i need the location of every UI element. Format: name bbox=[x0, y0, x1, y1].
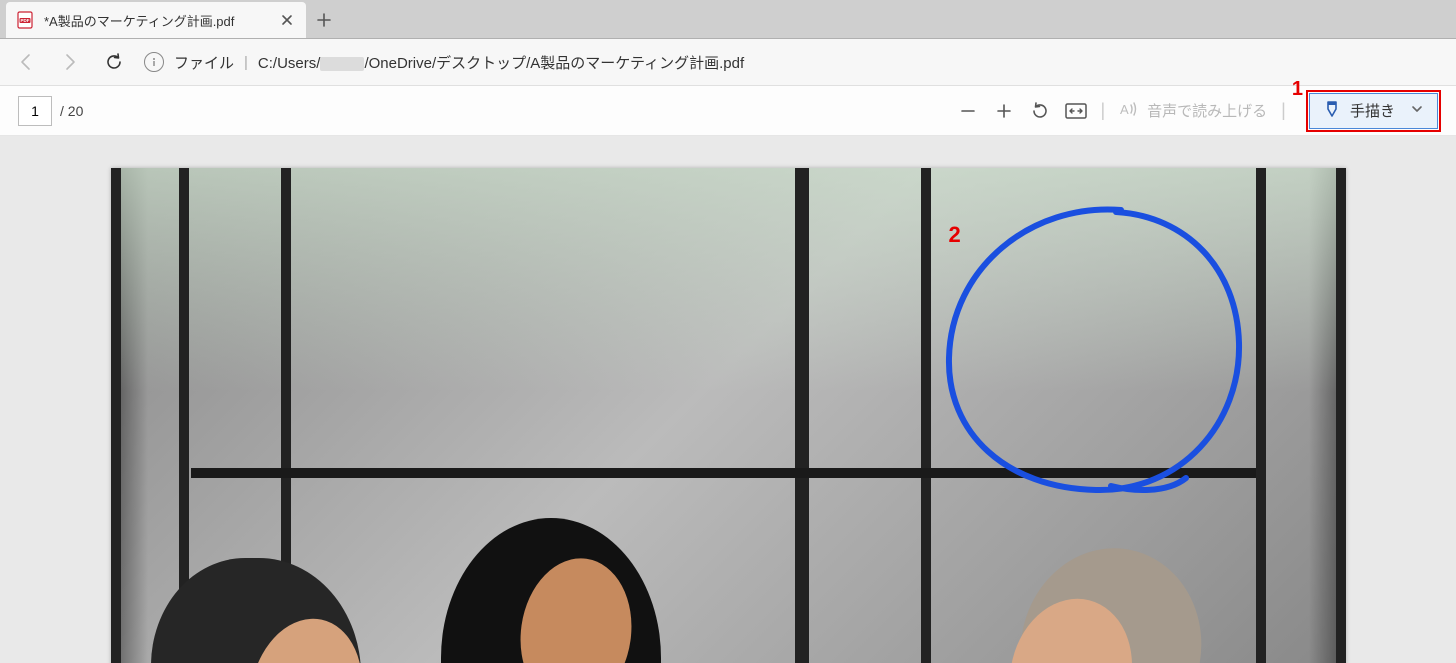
page-total-label: / 20 bbox=[60, 103, 83, 119]
zoom-in-button[interactable] bbox=[986, 93, 1022, 129]
new-tab-button[interactable] bbox=[306, 2, 342, 38]
toolbar-separator-2: | bbox=[1281, 100, 1286, 121]
pdf-toolbar: / 20 | A 音声で読み上げる | 1 手描き bbox=[0, 86, 1456, 136]
tab-title: *A製品のマーケティング計画.pdf bbox=[44, 11, 268, 30]
pdf-page: 2 bbox=[111, 168, 1346, 663]
toolbar-separator: | bbox=[1100, 100, 1105, 121]
read-aloud-label: 音声で読み上げる bbox=[1147, 100, 1267, 121]
fit-page-button[interactable] bbox=[1058, 93, 1094, 129]
image-background-line bbox=[111, 168, 121, 663]
read-aloud-button[interactable]: A 音声で読み上げる bbox=[1119, 100, 1267, 122]
svg-text:A: A bbox=[1120, 102, 1129, 117]
chevron-down-icon[interactable] bbox=[1411, 103, 1423, 118]
rotate-button[interactable] bbox=[1022, 93, 1058, 129]
pdf-viewport[interactable]: 2 bbox=[0, 136, 1456, 663]
close-icon[interactable] bbox=[278, 11, 296, 29]
ink-annotation-circle bbox=[931, 198, 1251, 498]
address-bar[interactable]: ファイル | C:/Users//OneDrive/デスクトップ/A製品のマーケ… bbox=[144, 52, 1444, 73]
browser-nav-bar: ファイル | C:/Users//OneDrive/デスクトップ/A製品のマーケ… bbox=[0, 39, 1456, 86]
annotation-callout-2: 2 bbox=[949, 222, 961, 248]
browser-tab-bar: PDF *A製品のマーケティング計画.pdf bbox=[0, 0, 1456, 39]
read-aloud-icon: A bbox=[1119, 100, 1139, 122]
address-file-label: ファイル bbox=[174, 52, 234, 73]
draw-button-label: 手描き bbox=[1350, 100, 1395, 121]
back-button[interactable] bbox=[12, 48, 40, 76]
image-background-line bbox=[191, 468, 1256, 478]
image-background-line bbox=[795, 168, 809, 663]
svg-text:PDF: PDF bbox=[21, 18, 30, 23]
refresh-button[interactable] bbox=[100, 48, 128, 76]
redacted-username bbox=[320, 57, 364, 71]
site-info-icon[interactable] bbox=[144, 52, 164, 72]
image-background-line bbox=[1336, 168, 1346, 663]
annotation-callout-1: 1 bbox=[1292, 78, 1303, 101]
page-number-input[interactable] bbox=[18, 96, 52, 126]
zoom-out-button[interactable] bbox=[950, 93, 986, 129]
image-background-line bbox=[1256, 168, 1266, 663]
address-separator: | bbox=[244, 54, 248, 71]
highlighter-icon bbox=[1324, 100, 1340, 122]
active-tab[interactable]: PDF *A製品のマーケティング計画.pdf bbox=[6, 2, 306, 38]
draw-button[interactable]: 手描き bbox=[1309, 93, 1438, 129]
address-path: C:/Users//OneDrive/デスクトップ/A製品のマーケティング計画.… bbox=[258, 52, 744, 73]
image-background-line bbox=[921, 168, 931, 663]
pdf-icon: PDF bbox=[16, 11, 34, 29]
forward-button[interactable] bbox=[56, 48, 84, 76]
